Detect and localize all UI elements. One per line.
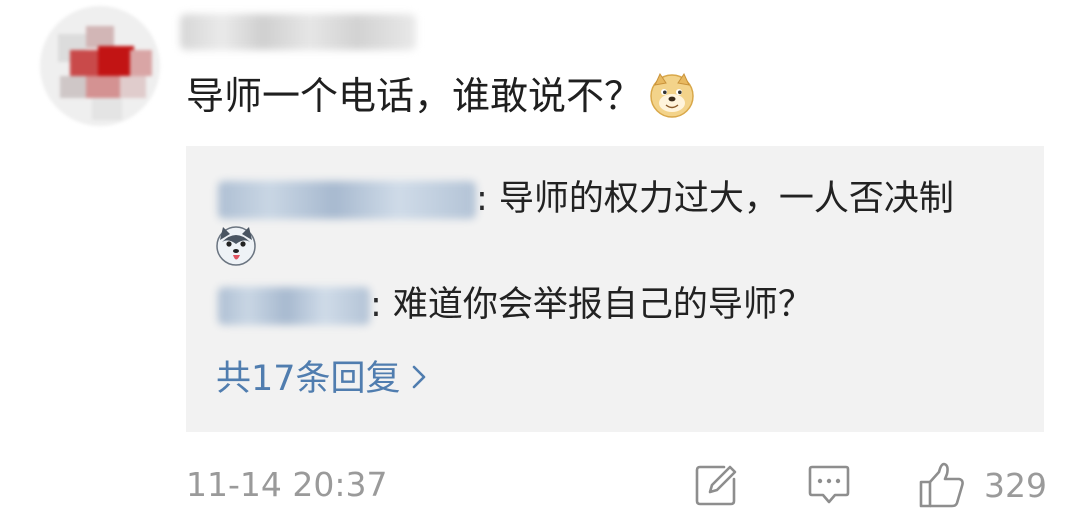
thumbs-up-icon xyxy=(919,462,964,508)
comment-button[interactable] xyxy=(808,460,850,510)
doge-emoji xyxy=(650,72,694,118)
reply-author-blurred[interactable] xyxy=(218,181,476,219)
reply-item[interactable]: : 导师的权力过大，一人否决制 xyxy=(218,174,954,224)
husky-tongue-emoji xyxy=(216,226,256,266)
reply-author-blurred[interactable] xyxy=(218,287,370,325)
comment-bubble-icon xyxy=(808,465,850,504)
more-replies-link[interactable]: 共17条回复 xyxy=(216,354,427,404)
more-replies-label: 共17条回复 xyxy=(216,359,401,399)
comment-timestamp: 11-14 20:37 xyxy=(186,465,388,504)
edit-share-icon xyxy=(695,465,737,506)
like-button[interactable]: 329 xyxy=(918,460,1047,510)
comment-body: 导师一个电话，谁敢说不？ xyxy=(186,74,643,118)
share-button[interactable] xyxy=(694,460,738,510)
comment-text: 导师一个电话，谁敢说不？ xyxy=(186,68,696,124)
reply-item[interactable]: : 难道你会举报自己的导师？ xyxy=(218,280,813,330)
username-blurred[interactable] xyxy=(180,14,416,50)
replies-panel: : 导师的权力过大，一人否决制 : 难道你会举报自己的导师？ 共17条回复 xyxy=(186,146,1044,432)
avatar[interactable] xyxy=(40,6,160,126)
reply-text: : 难道你会举报自己的导师？ xyxy=(370,285,813,325)
reply-text: : 导师的权力过大，一人否决制 xyxy=(476,179,954,219)
like-count: 329 xyxy=(984,465,1047,505)
chevron-right-icon xyxy=(411,354,427,404)
